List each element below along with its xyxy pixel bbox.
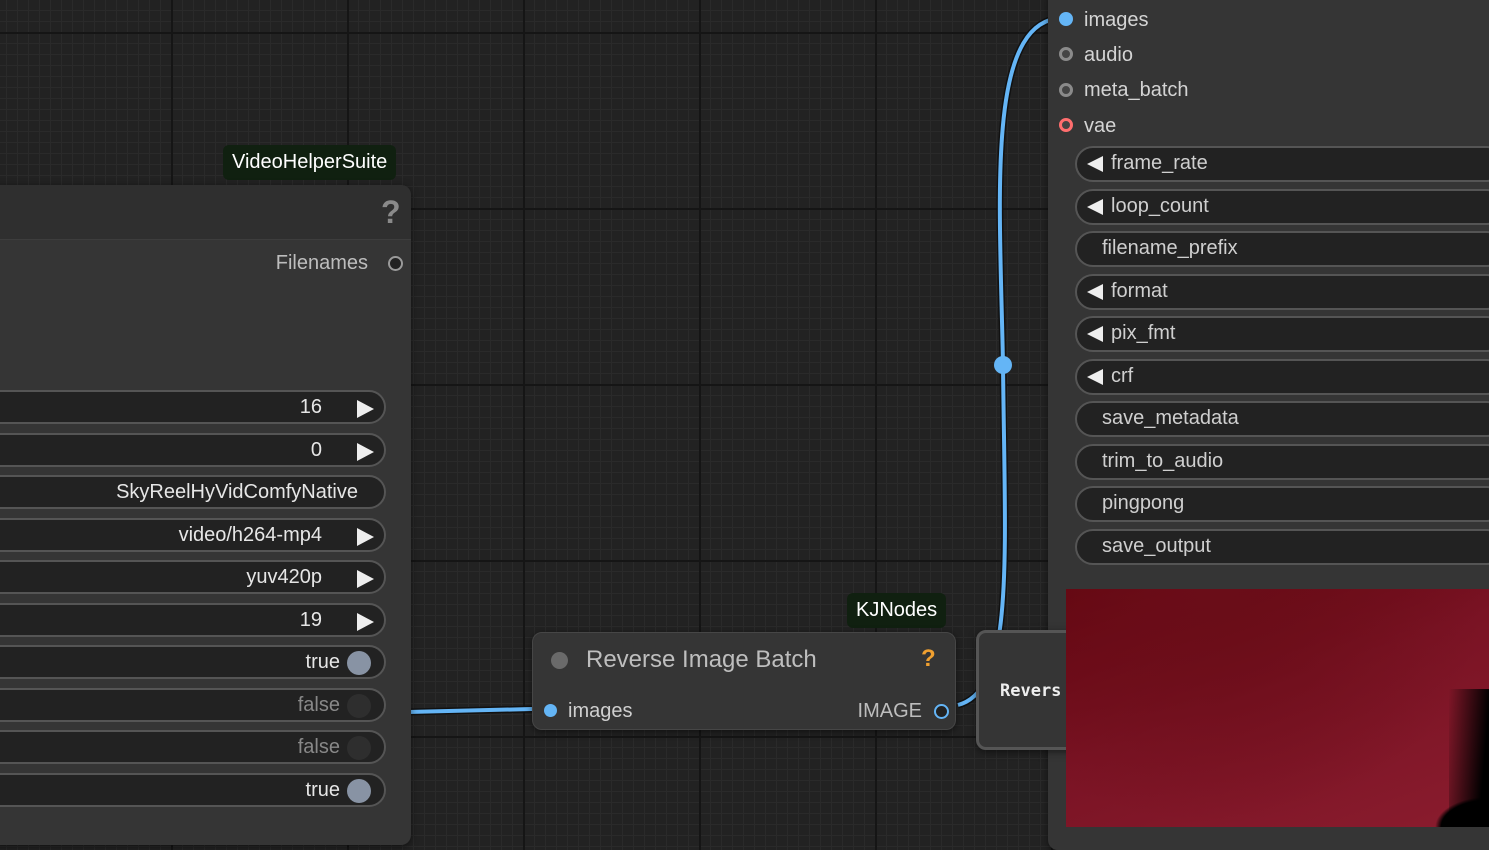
reverse-node-title-bar[interactable]: Reverse Image Batch ?: [533, 633, 955, 687]
widget-pix-fmt-value[interactable]: yuv420p: [0, 560, 386, 594]
vae-input-slot[interactable]: [1059, 118, 1073, 132]
widget-pix-fmt[interactable]: pix_fmt: [1075, 316, 1489, 352]
mini-node-title: Revers: [1000, 681, 1062, 701]
audio-input-slot[interactable]: [1059, 47, 1073, 61]
image-output-slot[interactable]: [934, 704, 949, 719]
widget-format[interactable]: format: [1075, 274, 1489, 310]
increment-arrow-icon[interactable]: [357, 443, 374, 461]
widget-label: loop_count: [1111, 195, 1209, 217]
audio-input-label: audio: [1084, 44, 1133, 66]
toggle-knob[interactable]: [347, 736, 371, 760]
vhs-source-badge: VideoHelperSuite: [223, 145, 397, 180]
meta-batch-input-label: meta_batch: [1084, 79, 1189, 101]
widget-label: crf: [1111, 365, 1134, 387]
widget-label: pix_fmt: [1111, 322, 1176, 344]
widget-value: video/h264-mp4: [178, 524, 322, 546]
widget-save-metadata[interactable]: save_metadata: [1075, 401, 1489, 437]
widget-value: 0: [310, 439, 322, 461]
filenames-output-label: Filenames: [275, 252, 368, 274]
help-icon[interactable]: ?: [921, 645, 936, 673]
decrement-arrow-icon[interactable]: [1087, 369, 1103, 385]
kjnodes-source-badge: KJNodes: [847, 593, 947, 628]
widget-pingpong[interactable]: pingpong: [1075, 486, 1489, 522]
decrement-arrow-icon[interactable]: [1087, 156, 1103, 172]
collapse-dot-icon[interactable]: [551, 652, 568, 669]
increment-arrow-icon[interactable]: [357, 613, 374, 631]
previous-option-arrow-icon[interactable]: [1087, 326, 1103, 342]
widget-loop-count[interactable]: loop_count: [1075, 189, 1489, 225]
decrement-arrow-icon[interactable]: [1087, 199, 1103, 215]
widget-label: frame_rate: [1111, 152, 1208, 174]
reverse-image-batch-node[interactable]: Reverse Image Batch ? images IMAGE: [532, 632, 956, 730]
previous-option-arrow-icon[interactable]: [1087, 284, 1103, 300]
widget-value: false: [297, 736, 340, 758]
images-input-label: images: [1084, 9, 1149, 31]
widget-crf[interactable]: crf: [1075, 359, 1489, 395]
images-input-slot[interactable]: [544, 704, 557, 717]
widget-label: filename_prefix: [1102, 237, 1238, 259]
vhs-node-title-bar[interactable]: [0, 185, 411, 240]
help-icon[interactable]: ?: [381, 194, 401, 231]
widget-format-value[interactable]: video/h264-mp4: [0, 518, 386, 552]
widget-trim-to-audio[interactable]: trim_to_audio: [1075, 444, 1489, 480]
filenames-output-slot[interactable]: [388, 256, 403, 271]
widget-pingpong-toggle[interactable]: false: [0, 730, 386, 764]
widget-label: save_output: [1102, 535, 1211, 557]
link-midpoint-dot[interactable]: [994, 356, 1012, 374]
widget-trim-to-audio-toggle[interactable]: false: [0, 688, 386, 722]
toggle-knob[interactable]: [347, 651, 371, 675]
widget-value: true: [305, 651, 340, 673]
images-input-label: images: [568, 700, 633, 722]
meta-batch-input-slot[interactable]: [1059, 83, 1073, 97]
widget-label: trim_to_audio: [1102, 450, 1224, 472]
widget-frame-rate[interactable]: frame_rate: [1075, 146, 1489, 182]
next-option-arrow-icon[interactable]: [357, 528, 374, 546]
widget-filename-prefix-value[interactable]: SkyReelHyVidComfyNative: [0, 475, 386, 509]
toggle-knob[interactable]: [347, 694, 371, 718]
widget-value: 16: [299, 396, 322, 418]
widget-filename-prefix[interactable]: filename_prefix: [1075, 231, 1489, 267]
widget-value: true: [305, 779, 340, 801]
widget-crf-value[interactable]: 19: [0, 603, 386, 637]
widget-frame-rate-value[interactable]: 16: [0, 390, 386, 424]
widget-label: format: [1111, 280, 1168, 302]
toggle-knob[interactable]: [347, 779, 371, 803]
next-option-arrow-icon[interactable]: [357, 570, 374, 588]
video-preview: [1066, 589, 1489, 827]
widget-save-metadata-toggle[interactable]: true: [0, 645, 386, 679]
widget-value: SkyReelHyVidComfyNative: [116, 481, 358, 503]
widget-label: save_metadata: [1102, 407, 1239, 429]
widget-loop-count-value[interactable]: 0: [0, 433, 386, 467]
widget-value: 19: [299, 609, 322, 631]
widget-value: yuv420p: [246, 566, 322, 588]
preview-shadow: [1449, 689, 1489, 827]
images-input-slot[interactable]: [1059, 12, 1073, 26]
image-output-label: IMAGE: [857, 700, 922, 722]
vae-input-label: vae: [1084, 115, 1117, 137]
increment-arrow-icon[interactable]: [357, 400, 374, 418]
widget-save-output[interactable]: save_output: [1075, 529, 1489, 565]
widget-label: pingpong: [1102, 492, 1185, 514]
widget-save-output-toggle[interactable]: true: [0, 773, 386, 807]
widget-value: false: [297, 694, 340, 716]
node-title: Reverse Image Batch: [586, 646, 817, 673]
